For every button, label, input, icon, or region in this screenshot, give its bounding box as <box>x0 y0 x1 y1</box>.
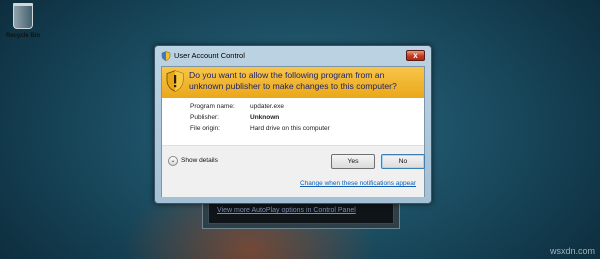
yes-button[interactable]: Yes <box>331 154 375 169</box>
desktop: Recycle Bin View more AutoPlay options i… <box>0 0 600 259</box>
dialog-title: User Account Control <box>174 51 245 60</box>
watermark: wsxdn.com <box>549 246 595 256</box>
recycle-bin-icon[interactable] <box>13 3 33 29</box>
detail-key: File origin: <box>190 125 220 132</box>
program-details: Program name: updater.exe Publisher: Unk… <box>162 98 424 145</box>
close-button[interactable]: x <box>406 50 425 61</box>
show-details-label[interactable]: Show details <box>181 157 218 164</box>
detail-value: Hard drive on this computer <box>250 125 330 132</box>
uac-dialog: User Account Control x Do you want to al… <box>154 45 432 204</box>
recycle-bin[interactable]: Recycle Bin <box>4 3 42 39</box>
recycle-bin-label[interactable]: Recycle Bin <box>4 33 42 39</box>
dialog-footer: ⌄ Show details Yes No Change when these … <box>162 145 425 197</box>
uac-shield-icon <box>161 51 171 61</box>
detail-key: Program name: <box>190 103 235 110</box>
uac-question: Do you want to allow the following progr… <box>189 70 397 91</box>
title-bar: User Account Control x <box>155 46 431 64</box>
change-notifications-link[interactable]: Change when these notifications appear <box>300 180 416 187</box>
close-icon[interactable]: x <box>413 51 417 60</box>
dialog-body: Do you want to allow the following progr… <box>161 66 425 197</box>
detail-key: Publisher: <box>190 114 219 121</box>
detail-value: updater.exe <box>250 103 284 110</box>
chevron-down-icon[interactable]: ⌄ <box>168 156 178 166</box>
autoplay-options-link[interactable]: View more AutoPlay options in Control Pa… <box>217 207 356 214</box>
warning-banner: Do you want to allow the following progr… <box>162 67 424 98</box>
warning-shield-icon <box>166 70 184 92</box>
no-button[interactable]: No <box>381 154 425 169</box>
detail-value: Unknown <box>250 114 280 121</box>
